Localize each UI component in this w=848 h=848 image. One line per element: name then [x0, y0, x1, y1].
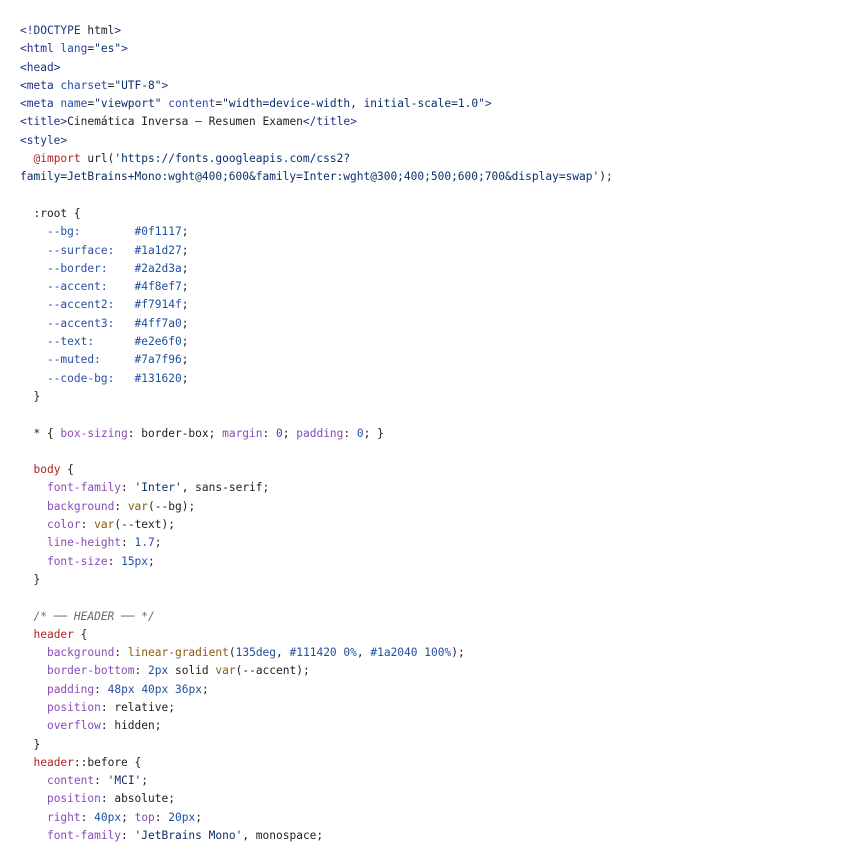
code-line: font-family: 'Inter', sans-serif; — [46, 481, 270, 495]
code-line: position: relative; — [46, 700, 175, 714]
code-line: --code-bg: #131620; — [46, 371, 189, 385]
code-line: body { — [33, 463, 74, 477]
code-line: overflow: hidden; — [46, 719, 162, 733]
code-line: } — [20, 572, 41, 586]
code-line: <meta charset="UTF-8"> — [20, 78, 169, 92]
code-line: line-height: 1.7; — [46, 536, 162, 550]
code-line: background: linear-gradient(135deg, #111… — [46, 646, 465, 660]
code-line: <style> — [20, 133, 68, 147]
code-line: <!DOCTYPE html> — [20, 24, 122, 37]
code-line: } — [20, 389, 41, 403]
code-line: border-bottom: 2px solid var(--accent); — [46, 664, 310, 678]
code-line: --accent: #4f8ef7; — [46, 280, 189, 294]
code-line: header::before { — [33, 755, 142, 769]
code-line: header { — [33, 627, 88, 641]
code-line: } — [20, 737, 41, 751]
code-line: --bg: #0f1117; — [46, 225, 189, 239]
code-line: /* ── HEADER ── */ — [20, 609, 155, 623]
code-line: <title>Cinemática Inversa — Resumen Exam… — [20, 115, 357, 129]
code-line: color: var(--text); — [46, 518, 175, 532]
code-line: @import url('https://fonts.googleapis.co… — [33, 152, 351, 166]
code-line: <meta name="viewport" content="width=dev… — [20, 97, 492, 111]
code-line: font-size: 15px; — [46, 554, 155, 568]
code-line: background: var(--bg); — [46, 499, 196, 513]
code-line: <head> — [20, 60, 61, 74]
code-viewer: <!DOCTYPE html> <html lang="es"> <head> <me… — [20, 22, 840, 845]
code-line: right: 40px; top: 20px; — [46, 810, 202, 824]
code-line: --muted: #7a7f96; — [46, 353, 189, 367]
code-line: --text: #e2e6f0; — [46, 335, 189, 349]
code-line: :root { — [20, 206, 81, 220]
code-line: --accent2: #f7914f; — [46, 298, 189, 312]
code-line: family=JetBrains+Mono:wght@400;600&famil… — [20, 170, 613, 184]
code-line: * { box-sizing: border-box; margin: 0; p… — [20, 426, 384, 440]
code-line: --border: #2a2d3a; — [46, 261, 189, 275]
code-line: position: absolute; — [46, 792, 175, 806]
code-line: padding: 48px 40px 36px; — [46, 682, 209, 696]
code-line: --surface: #1a1d27; — [46, 243, 189, 257]
code-line: content: 'MCI'; — [46, 774, 149, 788]
code-line: font-family: 'JetBrains Mono', monospace… — [46, 829, 324, 843]
code-line: <html lang="es"> — [20, 42, 128, 56]
code-line: --accent3: #4ff7a0; — [46, 316, 189, 330]
